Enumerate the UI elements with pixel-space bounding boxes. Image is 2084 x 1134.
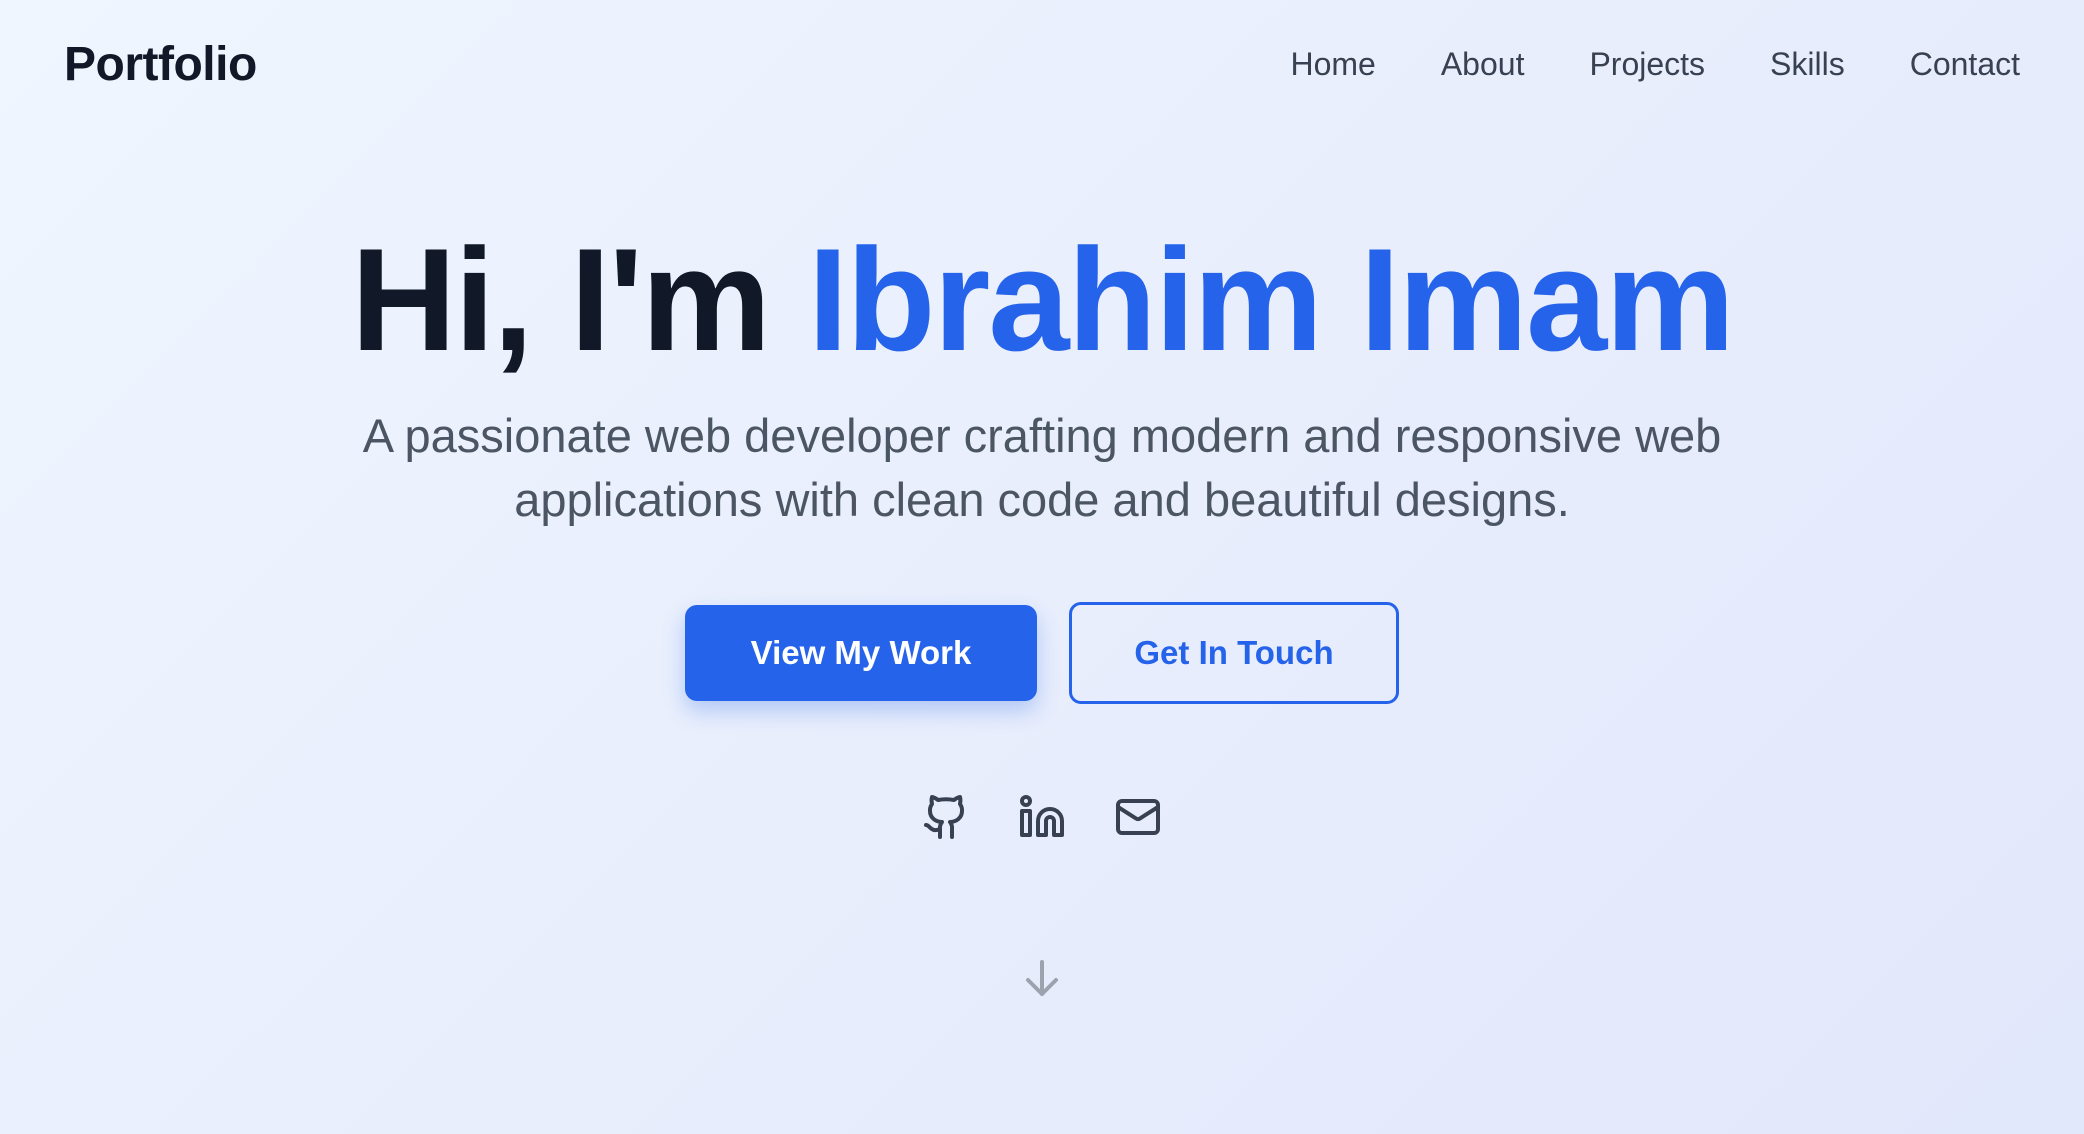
linkedin-link[interactable]: [1017, 792, 1067, 842]
nav-link-home[interactable]: Home: [1290, 46, 1375, 83]
arrow-down-icon: [1026, 960, 1058, 996]
linkedin-icon: [1020, 795, 1064, 837]
brand-logo[interactable]: Portfolio: [64, 37, 257, 92]
navbar: Portfolio Home About Projects Skills Con…: [0, 0, 2084, 128]
nav-link-contact[interactable]: Contact: [1910, 46, 2020, 83]
view-my-work-button[interactable]: View My Work: [685, 605, 1037, 701]
scroll-down-button[interactable]: [1017, 950, 1067, 1006]
hero-subtitle: A passionate web developer crafting mode…: [362, 409, 1722, 526]
email-link[interactable]: [1113, 792, 1163, 842]
social-links: [0, 792, 2084, 842]
hero-section: Hi, I'm Ibrahim Imam A passionate web de…: [0, 210, 2084, 842]
cta-buttons: View My Work Get In Touch: [0, 602, 2084, 704]
hero-greeting: Hi, I'm: [350, 218, 771, 381]
github-link[interactable]: [921, 792, 971, 842]
nav-link-skills[interactable]: Skills: [1770, 46, 1845, 83]
get-in-touch-button[interactable]: Get In Touch: [1069, 602, 1399, 704]
hero-name: Ibrahim Imam: [807, 218, 1735, 381]
mail-icon: [1116, 799, 1160, 835]
hero-headline: Hi, I'm Ibrahim Imam: [0, 210, 2084, 390]
nav-links: Home About Projects Skills Contact: [1225, 46, 2020, 83]
github-icon: [924, 795, 965, 839]
nav-link-about[interactable]: About: [1441, 46, 1525, 83]
nav-link-projects[interactable]: Projects: [1589, 46, 1705, 83]
